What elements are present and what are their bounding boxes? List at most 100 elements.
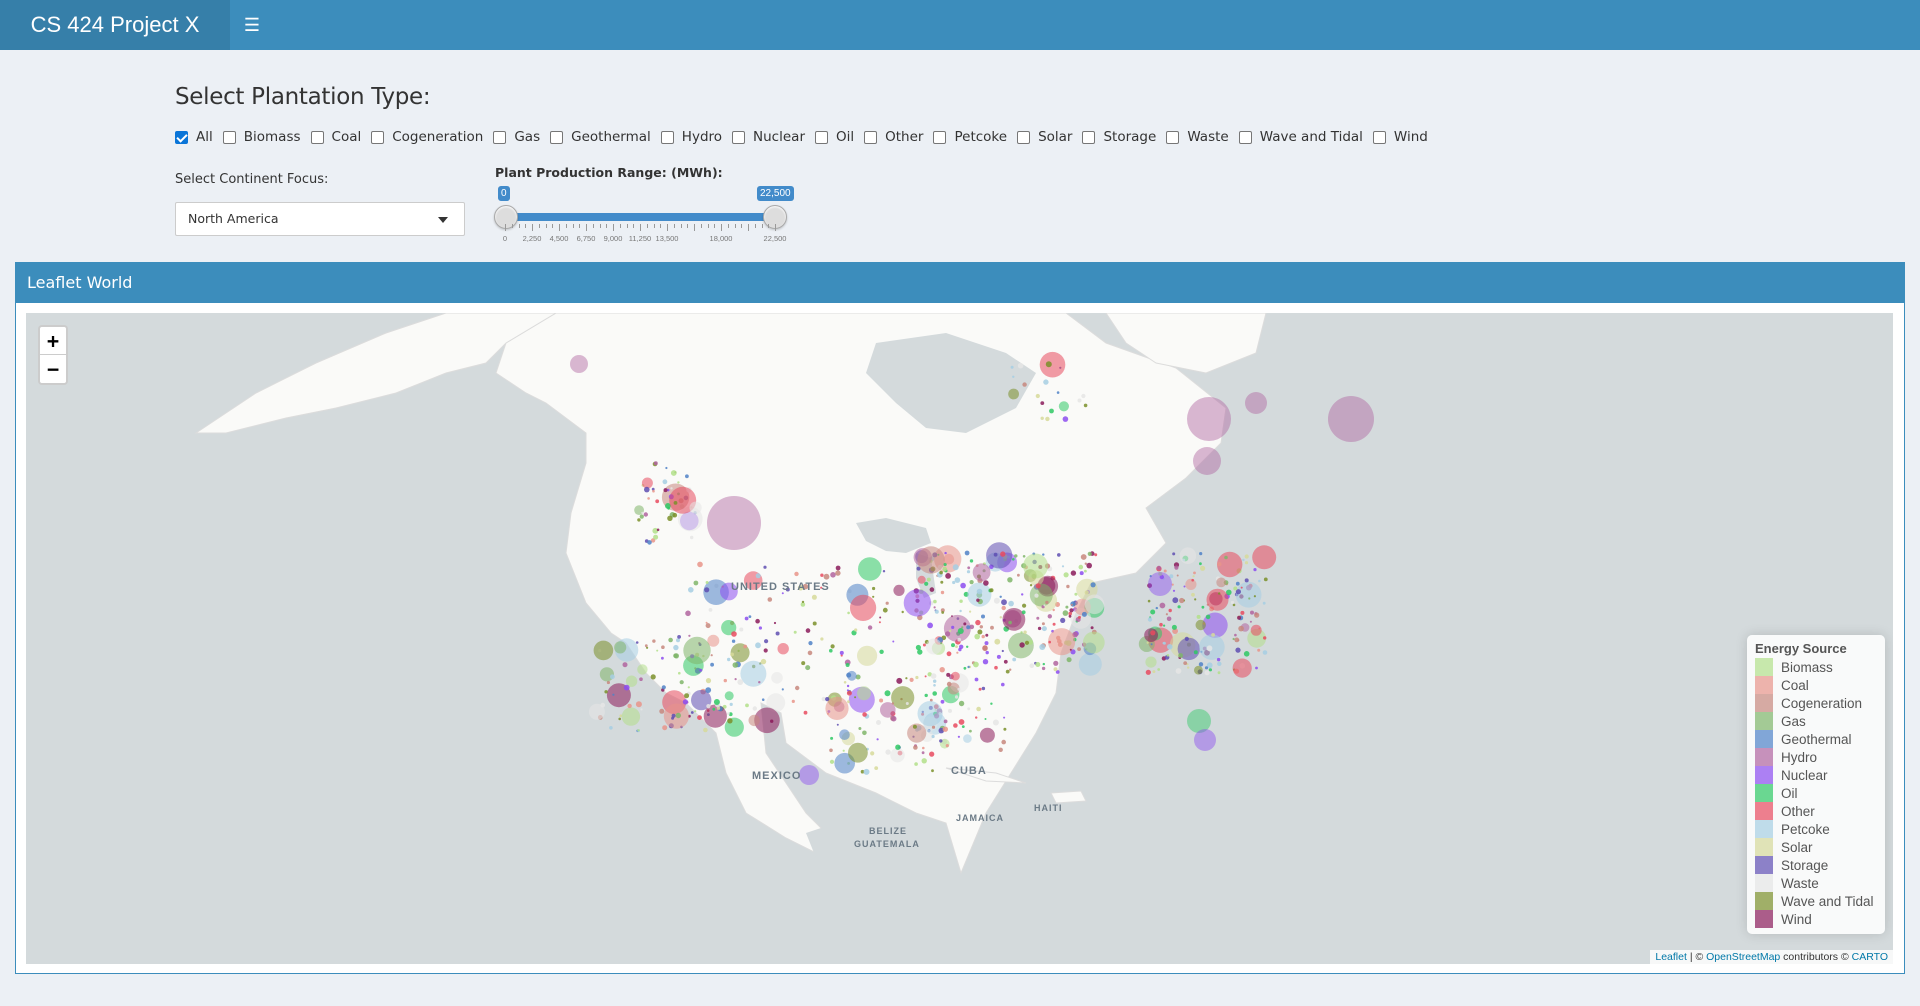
map-basemap — [194, 313, 1374, 893]
type-checkbox[interactable] — [550, 130, 564, 144]
type-option-geothermal[interactable]: Geothermal — [550, 129, 651, 145]
plant-marker — [1263, 636, 1267, 640]
zoom-out-button[interactable]: − — [40, 355, 66, 383]
type-label: Other — [885, 129, 924, 145]
type-checkbox[interactable] — [222, 130, 236, 144]
plant-marker — [1036, 616, 1040, 620]
plant-marker — [1002, 608, 1026, 631]
plant-marker — [903, 589, 932, 617]
legend-label: Nuclear — [1781, 767, 1828, 783]
plant-marker — [673, 644, 679, 651]
type-option-all[interactable]: All — [175, 129, 213, 145]
plant-marker — [848, 742, 868, 763]
type-option-other[interactable]: Other — [864, 129, 923, 145]
type-checkbox[interactable] — [1372, 130, 1386, 144]
continent-select[interactable]: North America — [175, 202, 465, 236]
plant-marker — [1191, 592, 1195, 597]
type-checkbox[interactable] — [493, 130, 507, 144]
plant-marker — [974, 677, 979, 682]
plant-marker — [1162, 642, 1165, 645]
plant-marker — [846, 672, 852, 678]
type-option-waste[interactable]: Waste — [1166, 129, 1229, 145]
label-jamaica: JAMAICA — [956, 813, 1005, 823]
plant-marker — [963, 622, 967, 626]
type-option-cogeneration[interactable]: Cogeneration — [371, 129, 483, 145]
type-checkbox[interactable] — [1238, 130, 1252, 144]
plant-marker — [791, 699, 795, 703]
carto-link[interactable]: CARTO — [1852, 951, 1888, 963]
osm-link[interactable]: OpenStreetMap — [1706, 951, 1780, 963]
continent-select-value: North America — [188, 211, 279, 226]
plant-marker — [1023, 630, 1027, 634]
plant-marker — [939, 570, 943, 575]
type-checkbox[interactable] — [1082, 130, 1096, 144]
type-checkbox[interactable] — [864, 130, 878, 144]
plant-marker — [1008, 600, 1014, 607]
plant-marker — [929, 751, 935, 757]
plant-marker — [1243, 651, 1250, 657]
app-title[interactable]: CS 424 Project X — [0, 0, 230, 50]
plant-marker — [676, 638, 680, 643]
plant-marker — [1019, 642, 1025, 648]
plant-marker — [678, 671, 681, 675]
plant-marker — [954, 695, 959, 699]
map-view[interactable]: UNITED STATES MEXICO CUBA HAITI JAMAICA … — [26, 313, 1893, 964]
plant-marker — [688, 587, 694, 593]
plant-marker — [839, 650, 844, 655]
zoom-in-button[interactable]: + — [40, 327, 66, 355]
plant-marker — [1048, 640, 1051, 644]
plant-marker — [1240, 586, 1243, 589]
plant-marker — [1069, 608, 1074, 613]
type-option-hydro[interactable]: Hydro — [660, 129, 722, 145]
plant-marker — [699, 668, 703, 672]
plant-marker — [1001, 682, 1005, 687]
legend-item: Wind — [1755, 910, 1877, 928]
type-option-petcoke[interactable]: Petcoke — [933, 129, 1007, 145]
type-option-storage[interactable]: Storage — [1082, 129, 1156, 145]
plant-marker — [1171, 624, 1177, 630]
type-option-biomass[interactable]: Biomass — [222, 129, 301, 145]
plant-marker — [663, 488, 668, 493]
type-option-coal[interactable]: Coal — [310, 129, 361, 145]
production-range-slider[interactable]: 0 22,500 0 2,250 4,500 6,750 9,000 11,250 13,5… — [494, 186, 795, 248]
plant-marker — [843, 681, 847, 684]
type-checkbox[interactable] — [175, 130, 188, 144]
plant-marker — [1078, 615, 1081, 619]
type-option-gas[interactable]: Gas — [493, 129, 540, 145]
type-checkbox[interactable] — [732, 130, 746, 144]
type-checkbox[interactable] — [1017, 130, 1031, 144]
slider-tick — [754, 224, 756, 228]
type-checkbox[interactable] — [371, 130, 385, 144]
plant-marker — [1042, 662, 1045, 666]
type-option-wind[interactable]: Wind — [1372, 129, 1428, 145]
type-label: Geothermal — [571, 129, 651, 145]
plant-marker — [694, 667, 697, 670]
type-checkbox[interactable] — [933, 130, 947, 144]
legend-swatch — [1755, 874, 1773, 892]
plant-marker — [707, 496, 761, 550]
plant-marker — [1065, 605, 1069, 609]
plant-marker — [755, 642, 761, 649]
type-checkbox[interactable] — [1166, 130, 1180, 144]
range-track[interactable] — [505, 213, 775, 221]
plant-marker — [661, 685, 666, 690]
type-checkbox[interactable] — [815, 130, 828, 144]
hamburger-icon[interactable]: ☰ — [238, 0, 266, 50]
plant-marker — [1066, 584, 1070, 589]
leaflet-link[interactable]: Leaflet — [1655, 951, 1687, 963]
type-checkbox[interactable] — [310, 130, 324, 144]
legend-swatch — [1755, 910, 1773, 928]
type-checkbox[interactable] — [660, 130, 674, 144]
plant-marker — [1040, 401, 1045, 405]
plant-marker — [890, 748, 905, 763]
type-option-solar[interactable]: Solar — [1017, 129, 1072, 145]
plant-marker — [940, 580, 944, 584]
type-option-nuclear[interactable]: Nuclear — [732, 129, 805, 145]
plant-marker — [931, 769, 934, 773]
type-option-oil[interactable]: Oil — [815, 129, 854, 145]
slider-tick — [768, 224, 770, 228]
plant-marker — [934, 609, 939, 614]
plant-marker — [940, 699, 945, 704]
type-option-wave-and-tidal[interactable]: Wave and Tidal — [1238, 129, 1363, 145]
slider-tick — [626, 224, 628, 228]
